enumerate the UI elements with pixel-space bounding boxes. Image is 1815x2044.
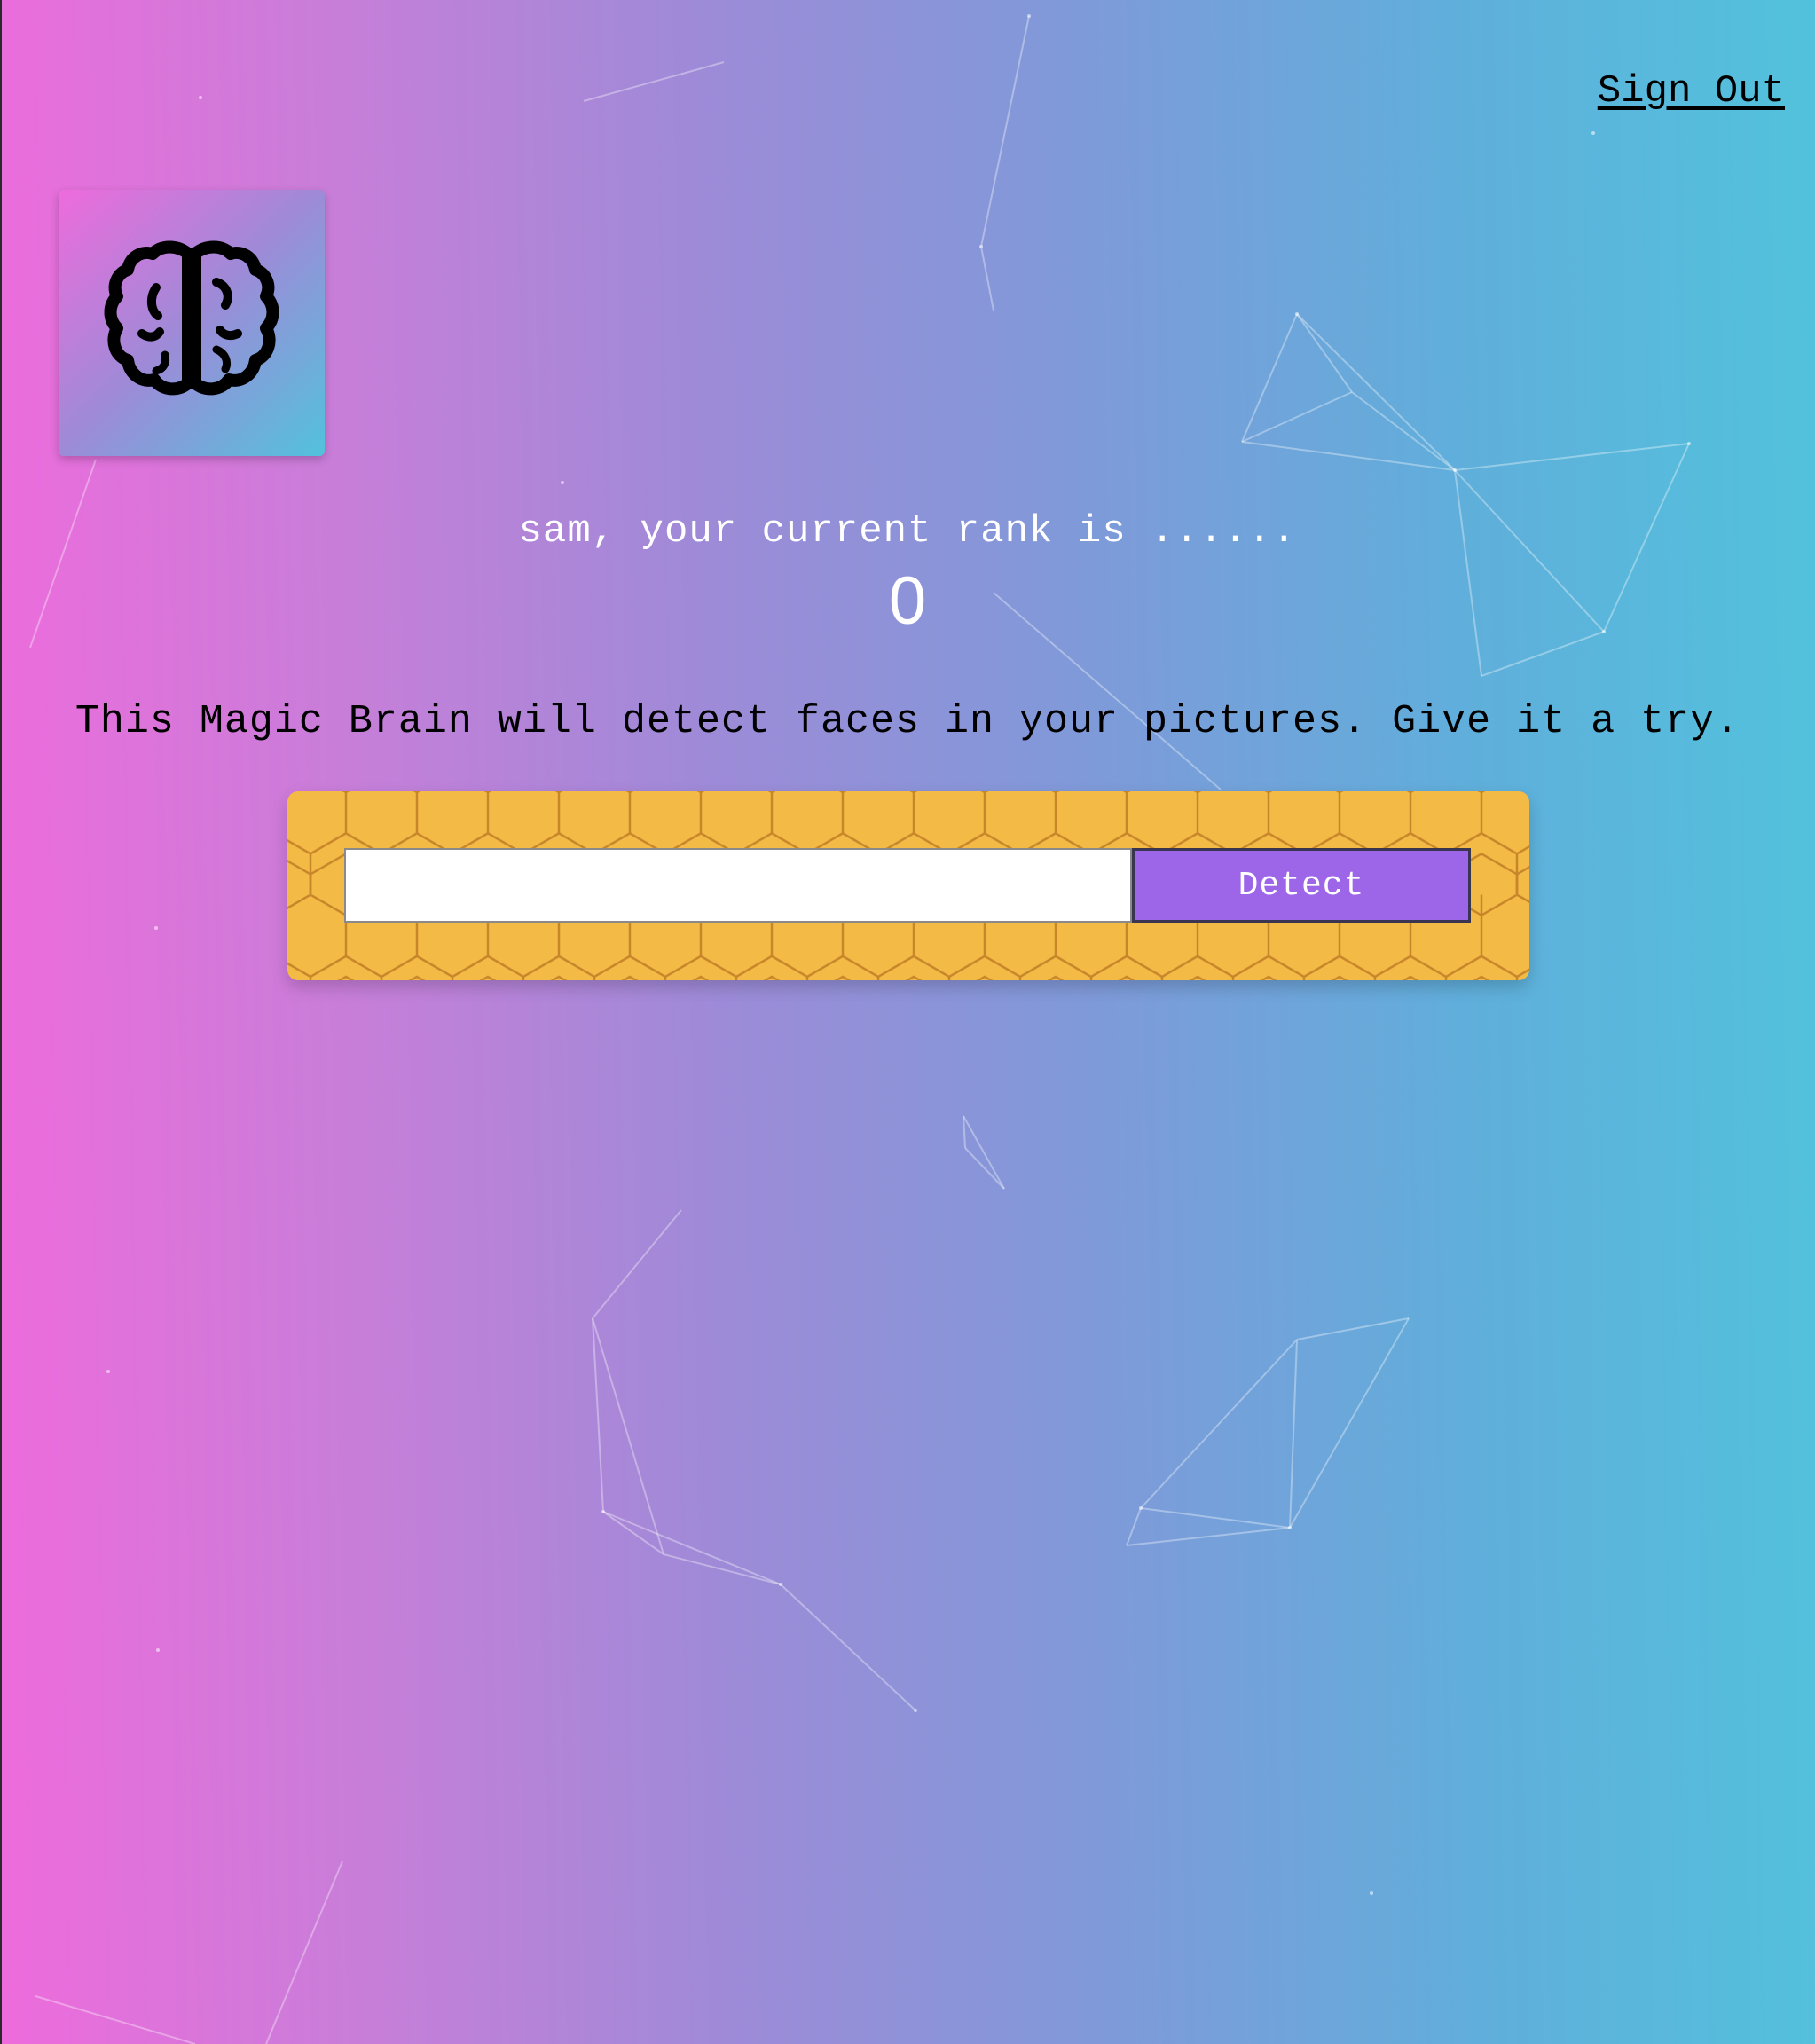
window-left-border xyxy=(0,0,2,2044)
image-link-form: Detect xyxy=(287,791,1529,980)
rank-value: 0 xyxy=(888,563,927,639)
intro-text: This Magic Brain will detect faces in yo… xyxy=(75,699,1740,744)
brain-icon xyxy=(104,240,279,396)
image-url-input[interactable] xyxy=(344,848,1132,923)
detect-button[interactable]: Detect xyxy=(1132,848,1471,923)
sign-out-link[interactable]: Sign Out xyxy=(1598,69,1785,114)
top-nav: Sign Out xyxy=(1598,69,1785,114)
app-logo xyxy=(59,190,325,456)
rank-message: sam, your current rank is ...... xyxy=(518,509,1297,554)
